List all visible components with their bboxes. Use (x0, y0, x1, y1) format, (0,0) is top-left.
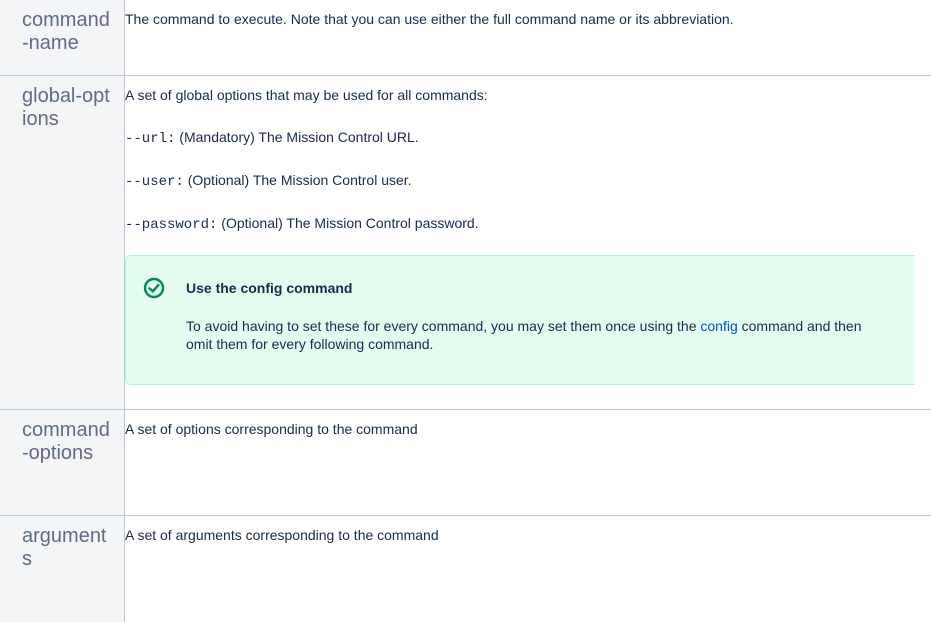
option-description: (Mandatory) The Mission Control URL. (175, 129, 418, 145)
tip-panel: Use the config command To avoid having t… (125, 255, 915, 385)
parameter-description-cell: A set of arguments corresponding to the … (125, 516, 931, 622)
parameter-name-cell: command-options (0, 410, 125, 516)
option-flag: --url (125, 131, 167, 147)
option-flag: --password (125, 217, 209, 233)
parameter-name-cell: global-options (0, 76, 125, 410)
tip-title: Use the config command (186, 280, 352, 297)
table-row: global-options A set of global options t… (0, 76, 931, 410)
parameter-name: arguments (0, 516, 124, 571)
parameter-description-cell: A set of global options that may be used… (125, 76, 931, 410)
parameter-description: A set of arguments corresponding to the … (125, 516, 931, 544)
parameter-description-cell: A set of options corresponding to the co… (125, 410, 931, 516)
option-description: (Optional) The Mission Control user. (184, 172, 412, 188)
parameter-description: A set of options corresponding to the co… (125, 410, 931, 438)
global-options-intro: A set of global options that may be used… (125, 76, 931, 104)
parameter-name: command-name (0, 0, 124, 55)
parameter-name-cell: arguments (0, 516, 125, 622)
check-circle-icon (143, 277, 165, 299)
parameter-name: command-options (0, 410, 124, 465)
option-password: --password: (Optional) The Mission Contr… (125, 215, 931, 234)
parameter-name-cell: command-name (0, 0, 125, 76)
config-link[interactable]: config (700, 318, 737, 334)
table-row: arguments A set of arguments correspondi… (0, 516, 931, 622)
option-url: --url: (Mandatory) The Mission Control U… (125, 129, 931, 148)
parameters-table: command-name The command to execute. Not… (0, 0, 931, 622)
table-row: command-name The command to execute. Not… (0, 0, 931, 76)
table-row: command-options A set of options corresp… (0, 410, 931, 516)
parameter-description: The command to execute. Note that you ca… (125, 0, 905, 28)
tip-body: To avoid having to set these for every c… (186, 317, 886, 353)
parameter-name: global-options (0, 76, 124, 131)
parameter-description-cell: The command to execute. Note that you ca… (125, 0, 931, 76)
option-colon: : (175, 174, 183, 190)
option-user: --user: (Optional) The Mission Control u… (125, 172, 931, 191)
option-flag: --user (125, 174, 175, 190)
option-description: (Optional) The Mission Control password. (217, 215, 478, 231)
tip-body-text: To avoid having to set these for every c… (186, 318, 700, 334)
